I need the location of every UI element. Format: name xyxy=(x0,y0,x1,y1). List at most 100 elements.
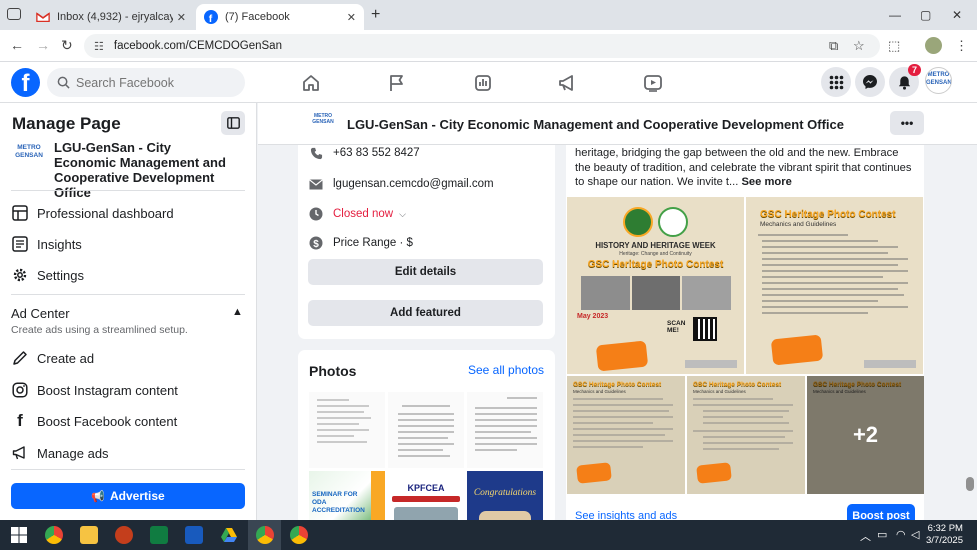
extensions-icon[interactable]: ⬚ xyxy=(888,38,900,54)
heritage-photo-strip xyxy=(581,276,732,310)
notification-count-badge: 7 xyxy=(908,64,922,76)
price-range: Price Range · $ xyxy=(333,237,413,249)
sidebar-item-create-ad[interactable]: Create ad xyxy=(11,346,94,370)
collapse-sidebar-button[interactable] xyxy=(221,111,245,135)
word-icon[interactable] xyxy=(185,526,203,544)
photos-card: Photos See all photos SEMINAR FOR ODA AC… xyxy=(298,350,555,525)
account-avatar[interactable]: METRO GENSAN xyxy=(925,67,952,94)
edit-details-button[interactable]: Edit details xyxy=(308,259,543,285)
battery-icon[interactable]: ▭ xyxy=(877,528,887,541)
page-title: LGU-GenSan - City Economic Management an… xyxy=(347,117,844,132)
document-photo xyxy=(475,397,537,451)
chevron-up-icon[interactable]: ▲ xyxy=(232,306,243,318)
poster-subheading: Heritage: Change and Continuity xyxy=(619,251,692,257)
close-window-icon[interactable]: ✕ xyxy=(952,8,962,22)
sidebar-item-manage-ads[interactable]: Manage ads xyxy=(11,441,109,465)
browser-toolbar: ← → ↻ ☷ facebook.com/CEMCDOGenSan ⧉ ☆ ⬚ … xyxy=(0,30,977,62)
post-photo-rules[interactable]: GSC Heritage Photo Contest Mechanics and… xyxy=(746,197,923,374)
thumb-banner xyxy=(392,496,460,502)
insights-chart-icon[interactable] xyxy=(473,73,493,93)
windows-start-icon[interactable] xyxy=(10,526,28,544)
see-all-photos-link[interactable]: See all photos xyxy=(468,363,544,377)
photo-thumbnail[interactable]: SEMINAR FOR ODA ACCREDITATION xyxy=(309,471,385,525)
decorative-stripe xyxy=(371,471,385,525)
windows-taskbar: ︿ ▭ ◠ ◁ 6:32 PM 3/7/2025 xyxy=(0,520,977,550)
divider xyxy=(11,469,245,470)
excel-icon[interactable] xyxy=(150,526,168,544)
address-bar[interactable]: ☷ facebook.com/CEMCDOGenSan xyxy=(84,34,880,58)
facebook-icon: f xyxy=(17,411,23,430)
add-featured-button[interactable]: Add featured xyxy=(308,300,543,326)
volume-icon[interactable]: ◁ xyxy=(911,528,919,541)
search-box[interactable] xyxy=(47,68,245,97)
post-photo-small[interactable]: GSC Heritage Photo Contest Mechanics and… xyxy=(687,376,805,494)
rules-text-lines xyxy=(758,234,908,314)
wifi-icon[interactable]: ◠ xyxy=(896,528,906,541)
photo-thumbnail[interactable] xyxy=(467,392,543,468)
megaphone-nav-icon[interactable] xyxy=(557,73,577,93)
sidebar-item-boost-facebook[interactable]: f Boost Facebook content xyxy=(11,409,177,433)
menu-kebab-icon[interactable]: ⋮ xyxy=(955,38,968,54)
close-tab-icon[interactable]: ✕ xyxy=(347,11,356,24)
maximize-icon[interactable]: ▢ xyxy=(920,8,931,22)
tab-search-icon[interactable] xyxy=(7,8,21,20)
post-photo-small[interactable]: GSC Heritage Photo Contest Mechanics and… xyxy=(567,376,685,494)
more-options-button[interactable]: ••• xyxy=(890,111,924,135)
menu-grid-button[interactable] xyxy=(821,67,851,97)
phone-row: +63 83 552 8427 xyxy=(308,145,420,161)
price-row: $ Price Range · $ xyxy=(308,235,413,251)
photo-thumbnail[interactable]: KPFCEA xyxy=(388,471,464,525)
taskbar-active-app[interactable] xyxy=(248,520,281,550)
messenger-button[interactable] xyxy=(855,67,885,97)
tab-facebook[interactable]: f (7) Facebook ✕ xyxy=(196,4,364,30)
taskbar-clock[interactable]: 6:32 PM 3/7/2025 xyxy=(926,523,963,547)
advertise-label: Advertise xyxy=(110,489,165,503)
new-tab-icon[interactable]: + xyxy=(371,6,380,24)
heritage-photo xyxy=(682,276,732,310)
search-icon xyxy=(57,76,70,89)
chrome-profile-icon[interactable] xyxy=(290,526,308,544)
reload-icon[interactable]: ↻ xyxy=(61,37,73,54)
close-tab-icon[interactable]: ✕ xyxy=(177,11,186,24)
post-photo-more[interactable]: GSC Heritage Photo Contest Mechanics and… xyxy=(807,376,924,494)
sidebar-item-boost-instagram[interactable]: Boost Instagram content xyxy=(11,378,178,402)
sidebar-item-settings[interactable]: Settings xyxy=(11,263,84,287)
forward-icon[interactable]: → xyxy=(36,37,50,53)
poster-title: GSC Heritage Photo Contest xyxy=(760,209,896,220)
page-logo-text: METRO GENSAN xyxy=(312,113,334,125)
scrollbar-thumb[interactable] xyxy=(966,477,974,491)
mail-icon xyxy=(308,176,324,192)
install-app-icon[interactable]: ⧉ xyxy=(829,38,838,54)
hours-row[interactable]: Closed now ⌵ xyxy=(308,206,406,222)
chrome-icon[interactable] xyxy=(45,526,63,544)
bookmark-star-icon[interactable]: ☆ xyxy=(853,38,865,54)
powerpoint-icon[interactable] xyxy=(115,526,133,544)
thumb-caption: Congratulations xyxy=(473,488,537,498)
photo-thumbnail[interactable]: Congratulations xyxy=(467,471,543,525)
current-page-switcher[interactable]: METRO GENSAN LGU-GenSan - City Economic … xyxy=(11,140,234,200)
video-icon[interactable] xyxy=(643,73,663,93)
profile-avatar[interactable] xyxy=(925,37,942,54)
sidebar-item-insights[interactable]: Insights xyxy=(11,232,82,256)
tab-gmail[interactable]: Inbox (4,932) - ejryalcaya@gma... ✕ xyxy=(28,4,194,30)
home-icon[interactable] xyxy=(301,73,321,93)
tray-chevron-icon[interactable]: ︿ xyxy=(860,528,871,544)
search-input[interactable] xyxy=(76,75,236,90)
see-more-link[interactable]: See more xyxy=(741,176,791,188)
site-info-icon[interactable]: ☷ xyxy=(94,40,104,53)
pages-flag-icon[interactable] xyxy=(387,73,407,93)
ad-center-header[interactable]: Ad Center xyxy=(11,301,70,325)
advertise-button[interactable]: 📢 Advertise xyxy=(11,483,245,509)
minimize-icon[interactable]: — xyxy=(889,8,901,22)
page-scrollbar[interactable] xyxy=(964,145,977,520)
sidebar-item-professional-dashboard[interactable]: Professional dashboard xyxy=(11,201,174,225)
google-drive-icon[interactable] xyxy=(220,526,238,544)
more-photos-overlay: +2 xyxy=(807,376,924,494)
back-icon[interactable]: ← xyxy=(10,37,24,53)
photo-thumbnail[interactable] xyxy=(309,392,385,468)
post-photo-main[interactable]: HISTORY AND HERITAGE WEEK Heritage: Chan… xyxy=(567,197,744,374)
facebook-logo[interactable]: f xyxy=(11,68,40,97)
facebook-top-nav: f xyxy=(0,62,977,103)
file-explorer-icon[interactable] xyxy=(80,526,98,544)
photo-thumbnail[interactable] xyxy=(388,392,464,468)
